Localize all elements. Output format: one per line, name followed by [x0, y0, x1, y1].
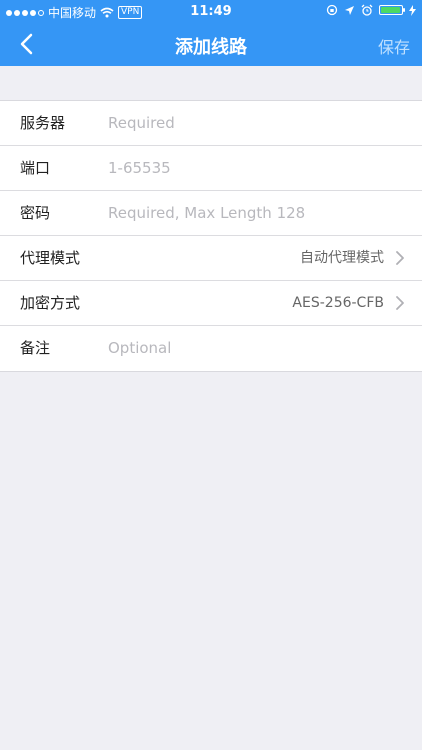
orientation-lock-icon	[326, 4, 338, 16]
alarm-icon	[361, 4, 373, 16]
proxy-mode-value: 自动代理模式	[300, 250, 384, 266]
chevron-left-icon	[20, 33, 33, 55]
password-input[interactable]: Required, Max Length 128	[108, 191, 305, 236]
server-label: 服务器	[20, 114, 66, 132]
server-input[interactable]: Required	[108, 101, 175, 146]
proxy-mode-row[interactable]: 代理模式 自动代理模式	[0, 236, 422, 281]
save-button[interactable]: 保存	[378, 34, 410, 58]
page-title: 添加线路	[175, 37, 247, 58]
port-input[interactable]: 1-65535	[108, 146, 171, 191]
encryption-value: AES-256-CFB	[292, 295, 384, 311]
chevron-right-icon	[396, 296, 404, 310]
password-label: 密码	[20, 204, 51, 222]
encryption-row[interactable]: 加密方式 AES-256-CFB	[0, 281, 422, 326]
remark-input[interactable]: Optional	[108, 326, 171, 371]
status-right	[326, 4, 416, 16]
server-row[interactable]: 服务器 Required	[0, 101, 422, 146]
proxy-mode-label: 代理模式	[20, 249, 81, 267]
port-label: 端口	[20, 159, 51, 177]
chevron-right-icon	[396, 251, 404, 265]
charging-icon	[409, 4, 416, 16]
remark-row[interactable]: 备注 Optional	[0, 326, 422, 371]
battery-icon	[379, 5, 405, 15]
password-row[interactable]: 密码 Required, Max Length 128	[0, 191, 422, 236]
port-row[interactable]: 端口 1-65535	[0, 146, 422, 191]
remark-label: 备注	[20, 339, 51, 357]
location-icon	[345, 5, 354, 15]
back-button[interactable]	[10, 28, 42, 60]
encryption-label: 加密方式	[20, 294, 81, 312]
route-form: 服务器 Required 端口 1-65535 密码 Required, Max…	[0, 100, 422, 372]
status-bar: 中国移动 VPN 11:49	[0, 0, 422, 22]
navigation-bar: 添加线路 保存	[0, 22, 422, 66]
